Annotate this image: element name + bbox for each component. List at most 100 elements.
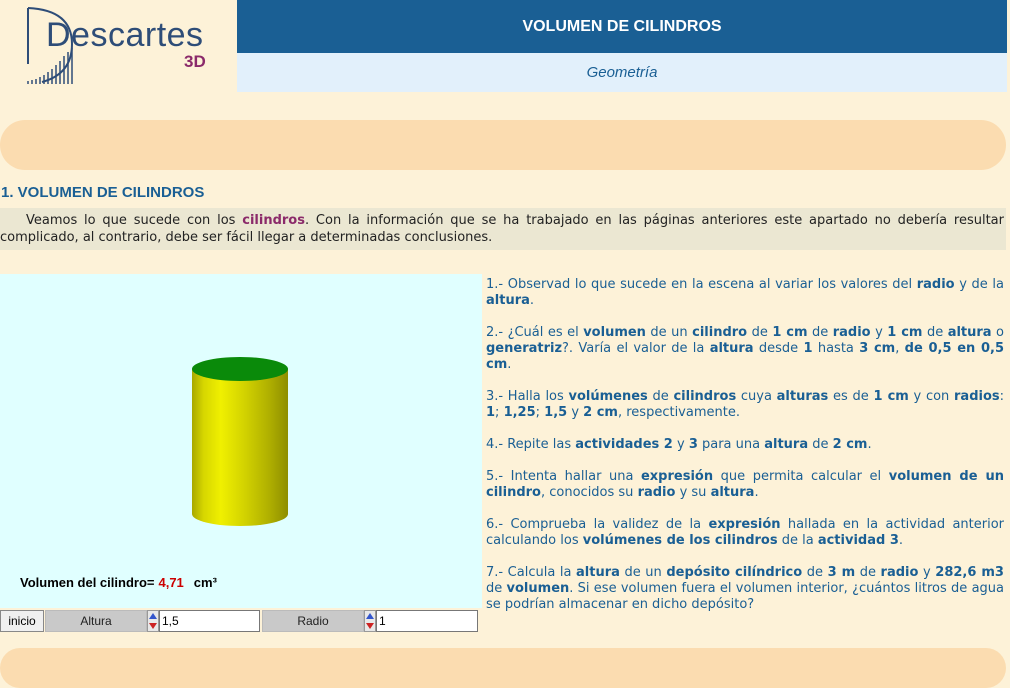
activity-text: para una xyxy=(697,437,765,452)
activity-keyword: radio xyxy=(916,277,955,292)
activity-text: cuya xyxy=(736,389,777,404)
activity-text: y su xyxy=(675,485,711,500)
activity-text: 4.- Repite las xyxy=(486,437,576,452)
intro-paragraph: Veamos lo que sucede con los cilindros. … xyxy=(0,208,1006,250)
decrement-arrow-icon[interactable] xyxy=(366,623,374,629)
activity-item: 1.- Observad lo que sucede en la escena … xyxy=(486,277,1004,309)
activity-keyword: 1 cm xyxy=(873,389,909,404)
activity-keyword: 282,6 m3 xyxy=(935,565,1004,580)
activity-keyword: cilindro xyxy=(692,325,748,340)
activity-text: 7.- Calcula la xyxy=(486,565,577,580)
cylinder-graphic xyxy=(192,357,288,526)
activity-keyword: 1 xyxy=(486,405,496,420)
radio-spinner[interactable] xyxy=(364,610,376,632)
activity-text: 1.- Observad lo que sucede en la escena … xyxy=(486,277,917,292)
activity-keyword: alturas xyxy=(776,389,829,404)
logo-text: Descartes xyxy=(46,16,204,54)
activity-text: : xyxy=(999,389,1005,404)
activity-text: de xyxy=(922,325,948,340)
cylinder-scene[interactable]: Volumen del cilindro= 4,71 cm³ xyxy=(0,274,482,608)
activity-text: y de la xyxy=(954,277,1004,292)
activity-item: 6.- Comprueba la validez de la expresión… xyxy=(486,517,1004,549)
logo-3d-text: 3D xyxy=(184,52,206,71)
activity-text: de xyxy=(808,437,833,452)
activity-keyword: actividad 3 xyxy=(817,533,899,548)
activity-keyword: 1,5 xyxy=(544,405,568,420)
activity-text: y con xyxy=(908,389,955,404)
activity-keyword: 3 m xyxy=(827,565,856,580)
activity-text: y xyxy=(567,405,584,420)
increment-arrow-icon[interactable] xyxy=(366,613,374,619)
activity-text: hasta xyxy=(812,341,860,356)
decorative-band xyxy=(0,648,1006,688)
activity-text: de xyxy=(807,325,833,340)
activity-keyword: volumen xyxy=(583,325,646,340)
activity-text: . xyxy=(507,357,512,372)
altura-input[interactable]: 1,5 xyxy=(159,610,260,632)
activity-text: . xyxy=(867,437,872,452)
activity-item: 2.- ¿Cuál es el volumen de un cilindro d… xyxy=(486,325,1004,373)
activity-keyword: altura xyxy=(576,565,620,580)
activity-text: ?. Varía el valor de la xyxy=(562,341,710,356)
activity-keyword: 1,25 xyxy=(503,405,536,420)
activity-text: que permita calcular el xyxy=(713,469,889,484)
altura-label: Altura xyxy=(45,610,147,632)
activity-text: . xyxy=(754,485,759,500)
activity-text: 3.- Halla los xyxy=(486,389,569,404)
volume-unit: cm³ xyxy=(193,575,217,590)
activity-text: 2.- ¿Cuál es el xyxy=(486,325,584,340)
activities-list: 1.- Observad lo que sucede en la escena … xyxy=(486,277,1004,629)
activity-text: . xyxy=(529,293,535,308)
activity-text: o xyxy=(991,325,1005,340)
activity-keyword: 1 cm xyxy=(772,325,808,340)
activity-item: 5.- Intenta hallar una expresión que per… xyxy=(486,469,1004,501)
activity-keyword: altura xyxy=(710,485,755,500)
activity-text: 5.- Intenta hallar una xyxy=(486,469,641,484)
section-title: 1. VOLUMEN DE CILINDROS xyxy=(1,184,205,201)
activity-keyword: expresión xyxy=(708,517,781,532)
radio-label: Radio xyxy=(262,610,364,632)
activity-keyword: generatriz xyxy=(486,341,563,356)
activity-keyword: 2 cm xyxy=(583,405,618,420)
intro-text-pre: Veamos lo que sucede con los xyxy=(26,213,243,228)
inicio-button[interactable]: inicio xyxy=(0,610,44,632)
descartes-logo: Descartes 3D xyxy=(0,0,236,92)
activity-text: de xyxy=(747,325,773,340)
activity-keyword: 1 cm xyxy=(887,325,923,340)
volume-value: 4,71 xyxy=(158,575,184,590)
activity-keyword: volúmenes xyxy=(568,389,648,404)
activity-text: , conocidos su xyxy=(540,485,638,500)
activity-keyword: altura xyxy=(709,341,754,356)
altura-spinner[interactable] xyxy=(147,610,159,632)
activity-text: de xyxy=(647,389,674,404)
activity-keyword: radios xyxy=(954,389,1000,404)
decrement-arrow-icon[interactable] xyxy=(149,623,157,629)
activity-text: de la xyxy=(777,533,818,548)
page-title: VOLUMEN DE CILINDROS xyxy=(237,0,1007,53)
activity-keyword: altura xyxy=(764,437,809,452)
radio-input[interactable]: 1 xyxy=(376,610,478,632)
increment-arrow-icon[interactable] xyxy=(149,613,157,619)
activity-keyword: 3 cm xyxy=(859,341,896,356)
activity-keyword: expresión xyxy=(640,469,714,484)
activity-text: de xyxy=(486,581,507,596)
activity-text: de xyxy=(855,565,881,580)
activity-text: de xyxy=(802,565,828,580)
activity-keyword: actividades 2 xyxy=(575,437,673,452)
activity-keyword: radio xyxy=(637,485,676,500)
activity-text: ; xyxy=(495,405,504,420)
activity-item: 4.- Repite las actividades 2 y 3 para un… xyxy=(486,437,1004,453)
activity-item: 7.- Calcula la altura de un depósito cil… xyxy=(486,565,1004,613)
page-subtitle: Geometría xyxy=(237,53,1007,92)
activity-keyword: radio xyxy=(832,325,871,340)
intro-highlight: cilindros xyxy=(242,213,305,228)
activity-text: y xyxy=(870,325,888,340)
activity-keyword: 2 cm xyxy=(832,437,868,452)
activity-text: y xyxy=(918,565,936,580)
activity-keyword: volúmenes de los cilindros xyxy=(582,533,778,548)
activity-text: . xyxy=(898,533,904,548)
activity-keyword: volumen xyxy=(506,581,570,596)
scene-controls: inicio Altura 1,5 Radio 1 xyxy=(0,610,482,632)
activity-text: , respectivamente. xyxy=(617,405,740,420)
activity-text: y xyxy=(672,437,689,452)
